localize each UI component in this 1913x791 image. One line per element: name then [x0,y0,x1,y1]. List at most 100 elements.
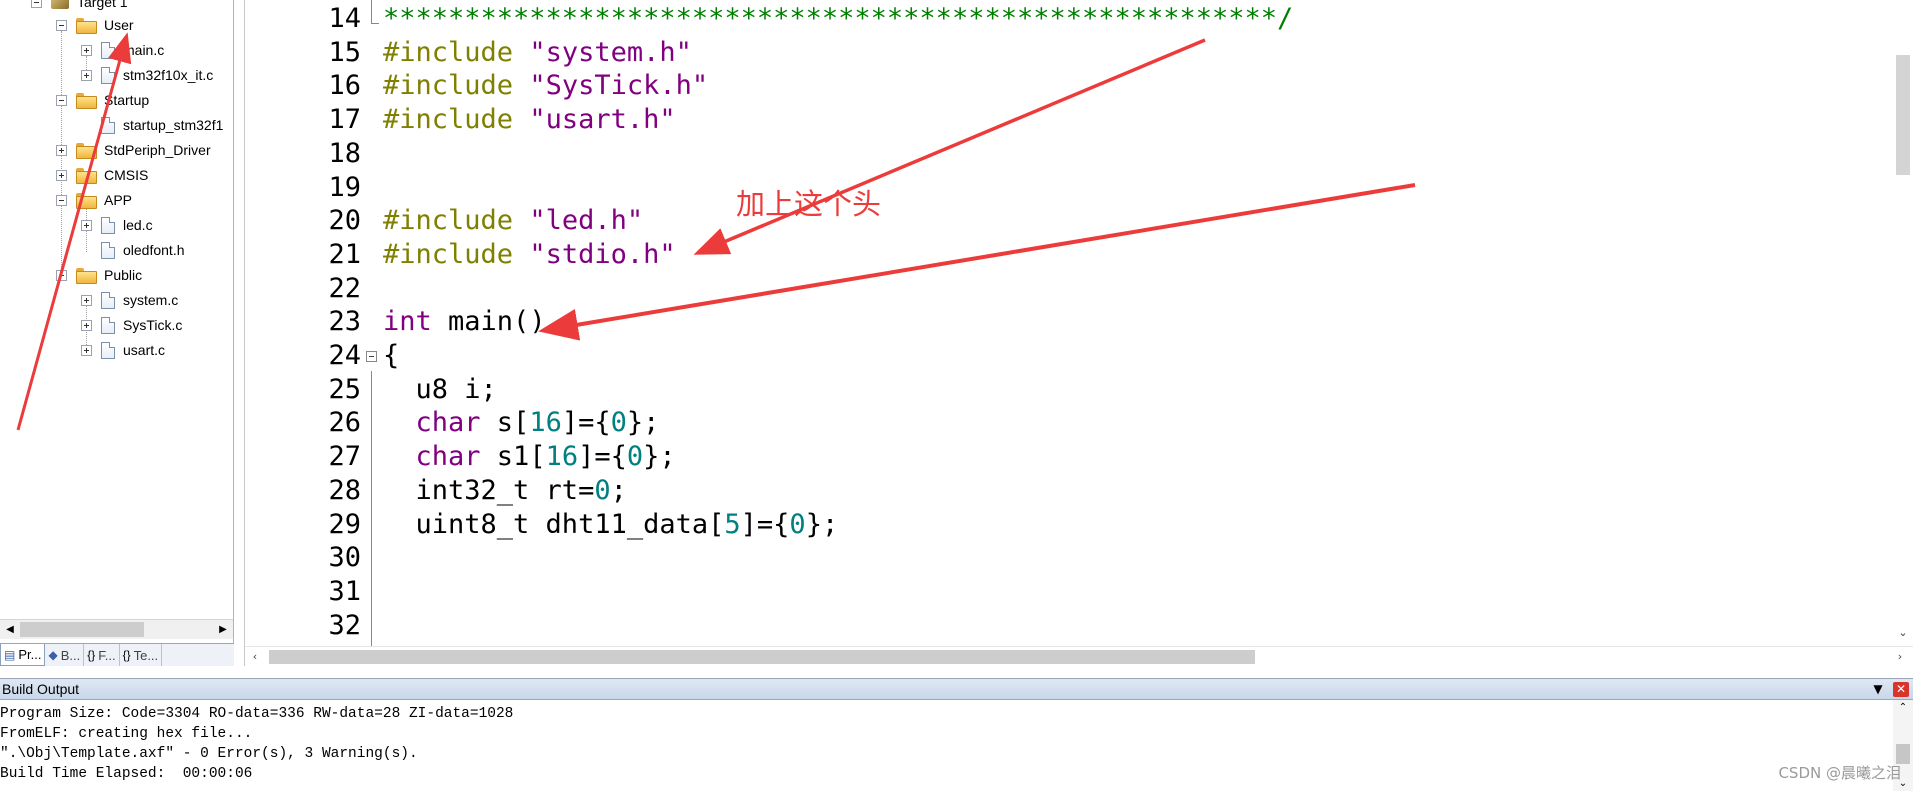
line-number: 28 [328,475,361,506]
expand-icon[interactable] [81,219,92,231]
tree-item-cmsis[interactable]: CMSIS [56,165,148,185]
code-token: 5 [724,509,741,540]
tree-item-oledfont-h[interactable]: oledfont.h [101,240,185,260]
close-icon[interactable]: ✕ [1893,682,1909,697]
tree-item-public[interactable]: Public [56,265,142,285]
code-token: ]={ [578,441,627,472]
line-number: 31 [328,576,361,607]
tree-item-led-c[interactable]: led.c [81,215,153,235]
scrollbar-thumb[interactable] [20,622,144,637]
expand-icon[interactable] [56,144,67,156]
tree-item-app[interactable]: APP [56,190,132,210]
file-icon [101,241,115,259]
tree-item-systick-c[interactable]: SysTick.c [81,315,182,335]
code-token: }; [626,407,660,438]
tab-project[interactable]: ▤ Pr... [0,644,46,666]
tree-horizontal-scrollbar[interactable]: ◀ ▶ [0,619,233,639]
scrollbar-thumb[interactable] [269,650,1255,664]
expand-icon[interactable] [81,294,92,306]
code-editor[interactable]: 14 15 16 17 18 19 20 21 22 23 24 25 26 27 28 29 30 31 32 *… [244,0,1913,666]
tree-item-system-c[interactable]: system.c [81,290,178,310]
code-token: #include [383,104,530,135]
code-token: "system.h" [529,37,692,68]
code-token: ****************************************… [383,3,1294,34]
tab-functions[interactable]: {} F... [84,644,120,666]
collapse-icon[interactable] [56,194,67,206]
expand-icon[interactable] [81,44,92,56]
scrollbar-thumb[interactable] [1896,744,1910,764]
code-line[interactable]: uint8_t dht11_data[5]={0}; [383,508,839,542]
file-icon [101,341,115,359]
file-icon [101,41,115,59]
tree-item-stm32f10x-it-c[interactable]: stm32f10x_it.c [81,65,213,85]
code-token: int [383,306,432,337]
line-number: 32 [328,610,361,641]
collapse-icon[interactable] [56,19,67,31]
code-line[interactable]: u8 i; [383,373,497,407]
tree-item-target[interactable]: Target 1 [31,0,128,12]
expand-icon[interactable] [81,344,92,356]
code-line[interactable]: int main() [383,305,546,339]
code-line[interactable]: int32_t rt=0; [383,474,627,508]
folder-icon [76,193,97,209]
collapse-icon[interactable] [31,0,42,8]
code-line[interactable]: { [383,339,399,373]
tab-label: Pr... [18,647,42,662]
code-token: "led.h" [529,205,644,236]
tree-item-user[interactable]: User [56,15,134,35]
tree-item-startup[interactable]: Startup [56,90,149,110]
code-line[interactable]: #include "system.h" [383,36,692,70]
tree-item-label: system.c [123,292,179,308]
collapse-icon[interactable] [56,94,67,106]
pin-icon[interactable]: ▼ [1871,682,1885,696]
tree-item-startup-file[interactable]: startup_stm32f1 [101,115,223,135]
line-number: 24 [328,340,361,371]
editor-horizontal-scrollbar[interactable]: ‹ › [245,646,1913,666]
tree-item-label: oledfont.h [123,242,185,258]
tree-item-label: Target 1 [77,0,128,10]
tree-item-label: CMSIS [104,167,149,183]
code-token: "usart.h" [529,104,676,135]
code-token: s1[ [480,441,546,472]
line-number: 21 [328,239,361,270]
scroll-right-icon[interactable]: › [1890,647,1910,667]
project-panel-tabs: ▤ Pr... ◆ B... {} F... {} Te... [0,643,234,666]
code-line[interactable]: char s[16]={0}; [383,406,660,440]
folder-icon [76,168,97,184]
tab-books[interactable]: ◆ B... [45,644,85,666]
code-line[interactable]: ****************************************… [383,2,1293,36]
code-line[interactable]: #include "led.h" [383,204,643,238]
expand-icon[interactable] [56,169,67,181]
tree-item-stdperiph-driver[interactable]: StdPeriph_Driver [56,140,211,160]
code-token: ]={ [561,407,611,438]
tree-item-main-c[interactable]: main.c [81,40,164,60]
expand-icon[interactable] [81,69,92,81]
code-token: }; [643,441,676,472]
code-line[interactable]: #include "stdio.h" [383,238,676,272]
line-number: 19 [328,172,361,203]
code-line[interactable]: #include "usart.h" [383,103,676,137]
code-token: uint8_t dht11_data[ [383,509,725,540]
scroll-left-icon[interactable]: ◀ [0,620,20,640]
scrollbar-thumb[interactable] [1896,55,1910,175]
editor-vertical-scrollbar[interactable]: ⌄ [1893,0,1913,646]
tab-templates[interactable]: {} Te... [120,644,163,666]
code-line[interactable]: char s1[16]={0}; [383,440,676,474]
tree-item-usart-c[interactable]: usart.c [81,340,165,360]
code-line[interactable]: #include "SysTick.h" [383,69,708,103]
code-area[interactable]: ****************************************… [383,0,1883,646]
scroll-right-icon[interactable]: ▶ [213,620,233,640]
collapse-icon[interactable] [56,269,67,281]
expand-icon[interactable] [81,319,92,331]
tree-item-label: APP [104,192,133,208]
fold-collapse-icon[interactable] [366,351,377,362]
annotation-note: 加上这个头 [736,187,882,221]
scroll-up-icon[interactable]: ⌃ [1893,702,1913,713]
code-token: int32_t rt= [383,475,595,506]
scroll-left-icon[interactable]: ‹ [245,647,265,667]
code-token: "SysTick.h" [529,70,709,101]
watermark: CSDN @晨曦之泪 [1778,764,1901,782]
line-number: 30 [328,542,361,573]
scroll-down-icon[interactable]: ⌄ [1893,626,1913,642]
code-token: { [383,340,400,371]
